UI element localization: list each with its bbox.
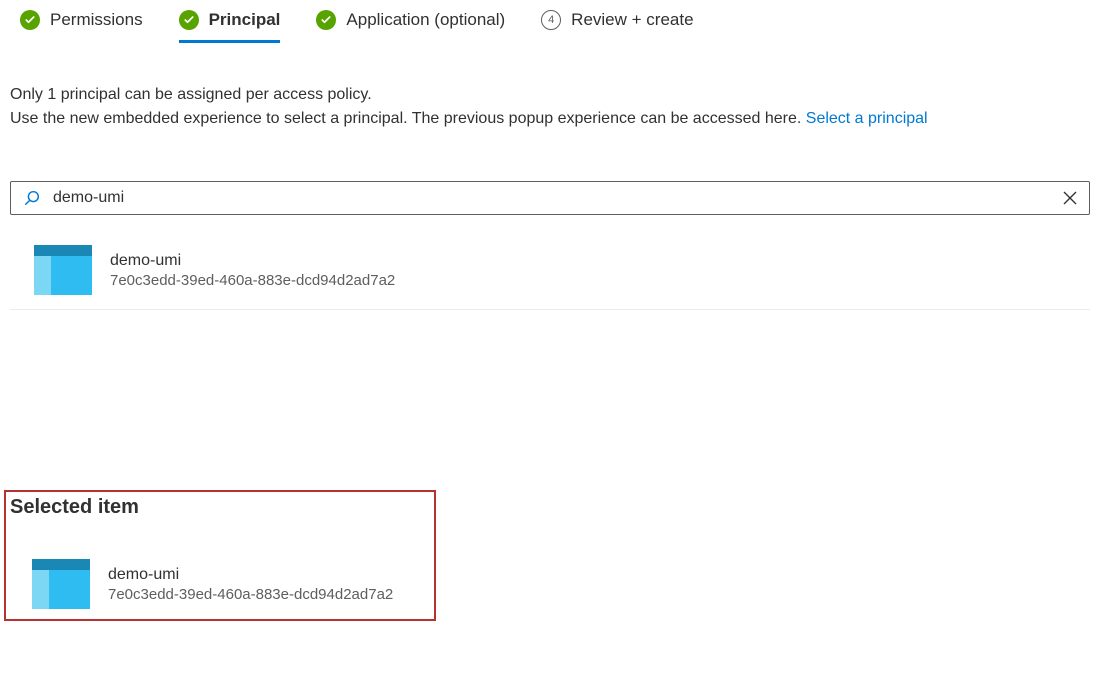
tab-review-create[interactable]: 4 Review + create <box>541 10 693 43</box>
selected-item-row[interactable]: demo-umi 7e0c3edd-39ed-460a-883e-dcd94d2… <box>8 545 432 619</box>
tab-principal[interactable]: Principal <box>179 10 281 43</box>
search-result-row[interactable]: demo-umi 7e0c3edd-39ed-460a-883e-dcd94d2… <box>10 231 1090 310</box>
search-box[interactable] <box>10 181 1090 215</box>
spacer <box>10 310 1090 490</box>
selected-id: 7e0c3edd-39ed-460a-883e-dcd94d2ad7a2 <box>108 586 393 603</box>
tab-label: Principal <box>209 10 281 30</box>
app-icon <box>32 559 90 609</box>
wizard-tabs: Permissions Principal Application (optio… <box>10 10 1090 43</box>
tab-permissions[interactable]: Permissions <box>20 10 143 43</box>
tab-application[interactable]: Application (optional) <box>316 10 505 43</box>
check-icon <box>20 10 40 30</box>
selected-text: demo-umi 7e0c3edd-39ed-460a-883e-dcd94d2… <box>108 566 393 603</box>
tab-label: Review + create <box>571 10 693 30</box>
tab-label: Application (optional) <box>346 10 505 30</box>
check-icon <box>316 10 336 30</box>
selected-name: demo-umi <box>108 566 393 584</box>
result-name: demo-umi <box>110 252 395 270</box>
selected-heading: Selected item <box>10 496 432 519</box>
info-line-1: Only 1 principal can be assigned per acc… <box>10 83 1090 107</box>
info-line-2: Use the new embedded experience to selec… <box>10 107 1090 131</box>
step-number-icon: 4 <box>541 10 561 30</box>
clear-icon[interactable] <box>1063 191 1077 205</box>
select-principal-link[interactable]: Select a principal <box>806 110 928 127</box>
search-icon <box>23 189 41 207</box>
result-id: 7e0c3edd-39ed-460a-883e-dcd94d2ad7a2 <box>110 272 395 289</box>
app-icon <box>34 245 92 295</box>
search-input[interactable] <box>53 189 1063 207</box>
result-text: demo-umi 7e0c3edd-39ed-460a-883e-dcd94d2… <box>110 252 395 289</box>
tab-label: Permissions <box>50 10 143 30</box>
info-text: Only 1 principal can be assigned per acc… <box>10 83 1090 131</box>
check-icon <box>179 10 199 30</box>
selected-item-box: Selected item demo-umi 7e0c3edd-39ed-460… <box>4 490 436 621</box>
